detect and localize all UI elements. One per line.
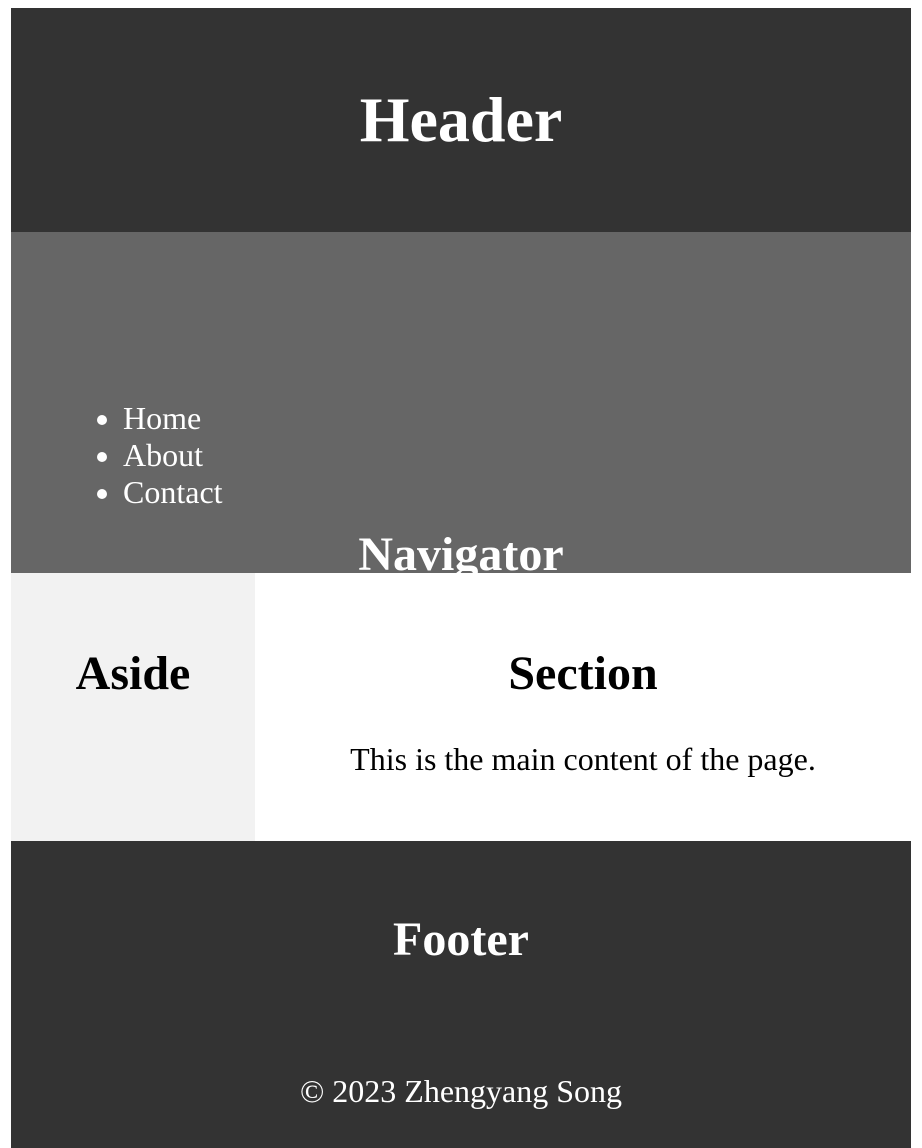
nav-item-contact[interactable]: Contact [123,474,223,511]
page-header: Header [11,8,911,232]
nav-list: Home About Contact [83,400,223,511]
header-title: Header [359,84,563,155]
navigator: Navigator Home About Contact [11,232,911,580]
page-footer: Footer © 2023 Zhengyang Song [11,841,911,1148]
footer-copyright: © 2023 Zhengyang Song [299,1073,623,1109]
footer-title: Footer [393,913,529,966]
aside: Aside [11,573,255,841]
page: Header Navigator Home About Contact Asid… [11,8,911,1148]
main-section: Section This is the main content of the … [255,573,911,841]
aside-title: Aside [75,647,191,700]
section-title: Section [508,647,658,700]
nav-item-about[interactable]: About [123,437,223,474]
nav-item-home[interactable]: Home [123,400,223,437]
section-text: This is the main content of the page. [350,741,816,777]
